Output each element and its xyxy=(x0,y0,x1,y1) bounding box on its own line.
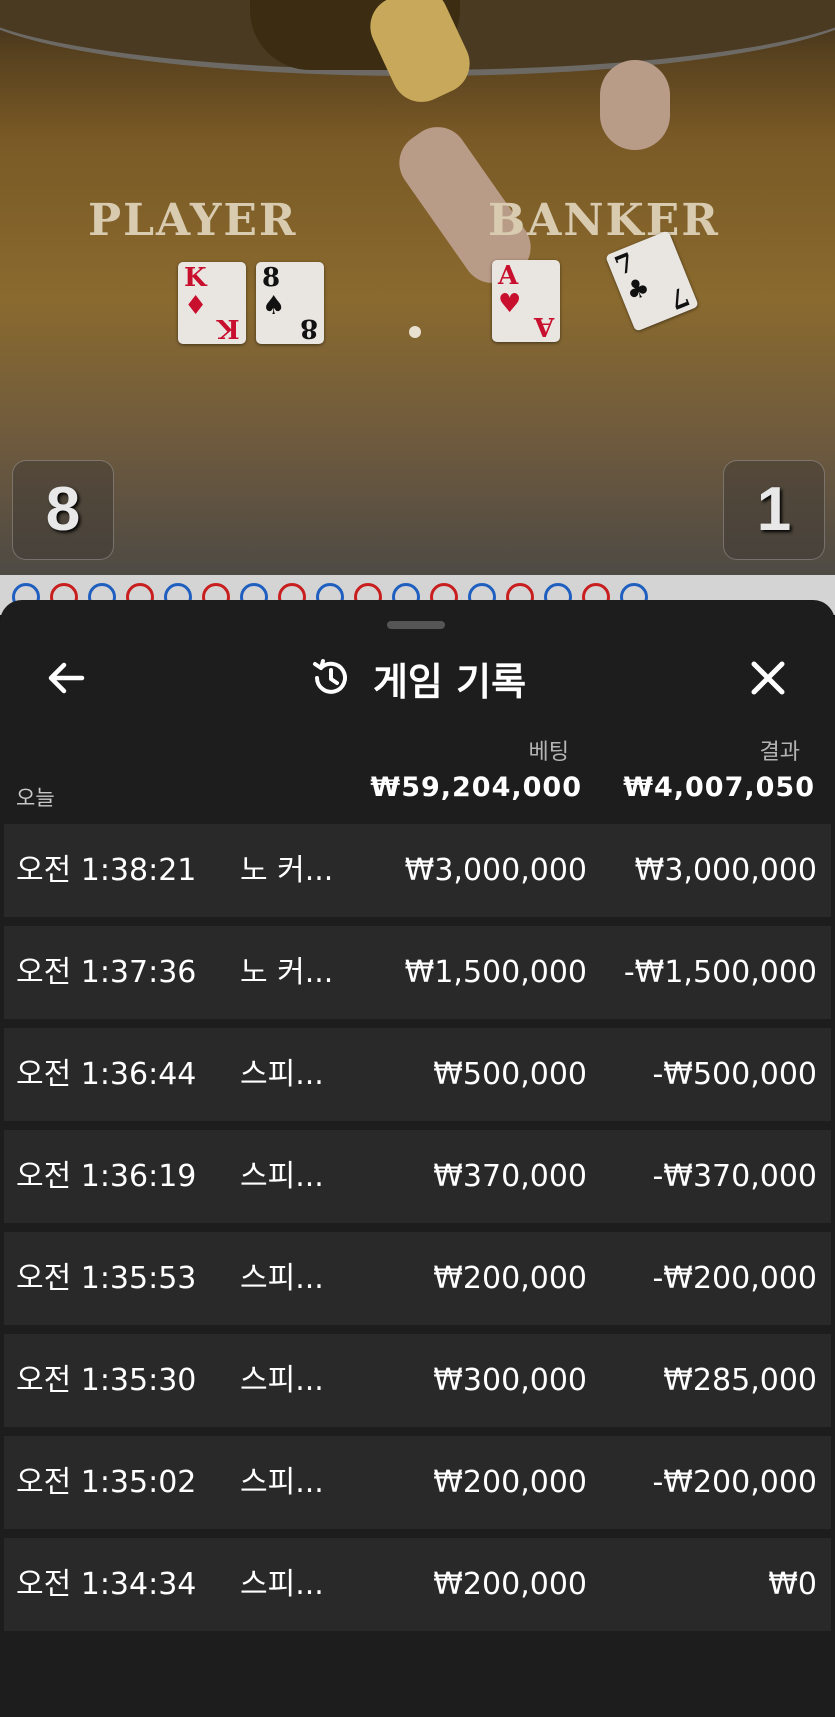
row-result: ₩285,000 xyxy=(663,1363,817,1398)
row-game: 스피... xyxy=(240,1567,324,1602)
history-row[interactable]: 오전 1:35:30 스피... ₩300,000 ₩285,000 xyxy=(4,1334,831,1427)
bet-column-header: 베팅 xyxy=(528,740,569,765)
row-result: -₩200,000 xyxy=(652,1465,817,1500)
row-bet: ₩3,000,000 xyxy=(404,853,587,888)
card-rank: A xyxy=(533,311,554,341)
row-game: 스피... xyxy=(240,1363,324,1398)
row-bet: ₩200,000 xyxy=(433,1261,587,1296)
card-rank: 7 xyxy=(664,279,693,315)
player-label: PLAYER xyxy=(88,195,298,246)
row-game: 스피... xyxy=(240,1261,324,1296)
row-time: 오전 1:34:34 xyxy=(16,1567,197,1602)
history-row[interactable]: 오전 1:35:53 스피... ₩200,000 -₩200,000 xyxy=(4,1232,831,1325)
panel-header: 게임 기록 xyxy=(0,650,835,706)
row-bet: ₩200,000 xyxy=(433,1465,587,1500)
card-suit: ♣ xyxy=(621,271,655,309)
row-result: -₩1,500,000 xyxy=(623,955,817,990)
banker-score: 1 xyxy=(723,460,825,560)
history-row[interactable]: 오전 1:36:19 스피... ₩370,000 -₩370,000 xyxy=(4,1130,831,1223)
player-score: 8 xyxy=(12,460,114,560)
card-rank: K xyxy=(184,263,207,293)
row-bet: ₩300,000 xyxy=(433,1363,587,1398)
close-x-icon xyxy=(751,661,785,695)
total-bet: ₩59,204,000 xyxy=(370,772,582,803)
player-card-1: K ♦ K xyxy=(178,262,246,344)
row-game: 노 커... xyxy=(240,853,334,888)
history-list: 오전 1:38:21 노 커... ₩3,000,000 ₩3,000,000 오전 1… xyxy=(4,824,831,1640)
row-result: ₩0 xyxy=(768,1567,817,1602)
row-bet: ₩370,000 xyxy=(433,1159,587,1194)
game-history-panel: 게임 기록 베팅 결과 오늘 ₩59,204,000 ₩4,007,050 오전… xyxy=(0,600,835,1717)
banker-label: BANKER xyxy=(488,195,720,246)
card-rank: 8 xyxy=(262,263,281,293)
row-time: 오전 1:37:36 xyxy=(16,955,197,990)
player-card-2: 8 ♠ 8 xyxy=(256,262,324,344)
banker-card-1: A ♥ A xyxy=(492,260,560,342)
row-game: 노 커... xyxy=(240,955,334,990)
table-marker-dot xyxy=(409,326,421,338)
today-label: 오늘 xyxy=(16,786,55,810)
live-video-feed: PLAYER BANKER K ♦ K 8 ♠ 8 A ♥ A 7 ♣ 7 8 1 xyxy=(0,0,835,575)
row-time: 오전 1:35:53 xyxy=(16,1261,197,1296)
row-bet: ₩500,000 xyxy=(433,1057,587,1092)
history-row[interactable]: 오전 1:34:34 스피... ₩200,000 ₩0 xyxy=(4,1538,831,1631)
row-time: 오전 1:38:21 xyxy=(16,853,197,888)
history-clock-icon xyxy=(312,659,347,694)
row-game: 스피... xyxy=(240,1465,324,1500)
row-result: -₩370,000 xyxy=(652,1159,817,1194)
row-time: 오전 1:35:02 xyxy=(16,1465,197,1500)
history-row[interactable]: 오전 1:36:44 스피... ₩500,000 -₩500,000 xyxy=(4,1028,831,1121)
row-game: 스피... xyxy=(240,1159,324,1194)
row-result: -₩200,000 xyxy=(652,1261,817,1296)
row-bet: ₩1,500,000 xyxy=(404,955,587,990)
row-result: ₩3,000,000 xyxy=(634,853,817,888)
card-suit: ♠ xyxy=(262,291,286,321)
result-column-header: 결과 xyxy=(759,740,800,765)
page-title: 게임 기록 xyxy=(372,659,527,704)
row-time: 오전 1:35:30 xyxy=(16,1363,197,1398)
card-rank: 8 xyxy=(299,313,318,343)
card-suit: ♥ xyxy=(498,289,522,319)
row-game: 스피... xyxy=(240,1057,324,1092)
history-row[interactable]: 오전 1:37:36 노 커... ₩1,500,000 -₩1,500,000 xyxy=(4,926,831,1019)
history-row[interactable]: 오전 1:35:02 스피... ₩200,000 -₩200,000 xyxy=(4,1436,831,1529)
row-time: 오전 1:36:19 xyxy=(16,1159,197,1194)
total-result: ₩4,007,050 xyxy=(623,772,815,803)
card-suit: ♦ xyxy=(184,291,208,321)
card-rank: K xyxy=(217,313,240,343)
row-result: -₩500,000 xyxy=(652,1057,817,1092)
close-button[interactable] xyxy=(742,652,794,704)
row-bet: ₩200,000 xyxy=(433,1567,587,1602)
drag-handle[interactable] xyxy=(387,621,445,629)
row-time: 오전 1:36:44 xyxy=(16,1057,197,1092)
dealer-hand xyxy=(600,60,670,150)
card-rank: A xyxy=(498,261,519,291)
history-row[interactable]: 오전 1:38:21 노 커... ₩3,000,000 ₩3,000,000 xyxy=(4,824,831,917)
